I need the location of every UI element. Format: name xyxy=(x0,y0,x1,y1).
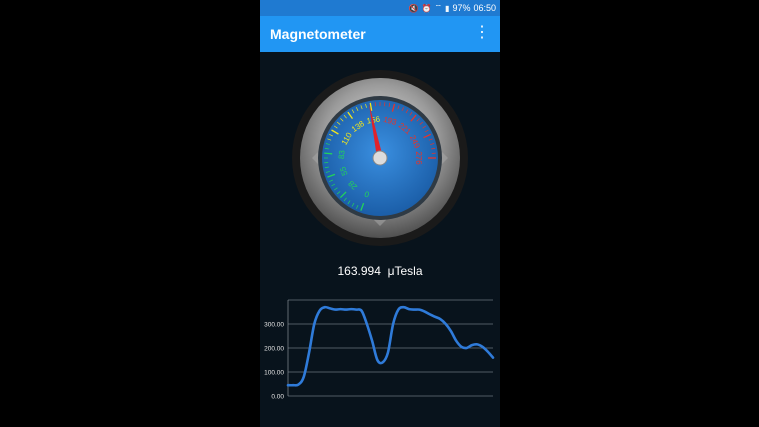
needle-hub xyxy=(372,150,388,166)
y-tick-label: 100.00 xyxy=(264,370,284,377)
chart-y-tick-labels: 0.00 100.00 200.00 300.00 xyxy=(264,322,284,401)
y-tick-label: 200.00 xyxy=(264,346,284,353)
status-bar: 🔇 ⏰ ⌔ ▮ 97% 06:50 xyxy=(260,0,500,16)
app-title: Magnetometer xyxy=(270,26,366,42)
battery-level: 97% xyxy=(452,3,471,13)
series-line xyxy=(286,305,495,387)
magnetometer-gauge: 0285583110138 166 193 221249276 xyxy=(292,70,468,246)
overflow-menu-icon[interactable]: ⋮ xyxy=(474,24,490,42)
magnetic-reading: 163.994 μTesla xyxy=(260,264,500,278)
reading-unit: μTesla xyxy=(387,264,423,278)
phone-screen: 🔇 ⏰ ⌔ ▮ 97% 06:50 Magnetometer ⋮ 0 28 55 83 xyxy=(260,0,500,427)
wifi-icon: ⌔ xyxy=(434,3,443,12)
mute-icon: 🔇 xyxy=(408,3,419,13)
bottom-area xyxy=(260,410,500,427)
y-tick-label: 0.00 xyxy=(271,394,284,401)
gauge-tick xyxy=(324,152,333,155)
y-tick-label: 300.00 xyxy=(264,322,284,329)
reading-value: 163.994 xyxy=(337,264,381,278)
signal-icon: ▮ xyxy=(445,3,450,13)
gauge-scale-label: 83 xyxy=(337,149,347,159)
app-bar: Magnetometer ⋮ xyxy=(260,16,500,52)
alarm-icon: ⏰ xyxy=(421,3,432,13)
status-time: 06:50 xyxy=(473,3,496,13)
magnetometer-line-chart: 0.00 100.00 200.00 300.00 xyxy=(264,299,495,401)
gauge-scale-label: 276 xyxy=(414,151,423,165)
